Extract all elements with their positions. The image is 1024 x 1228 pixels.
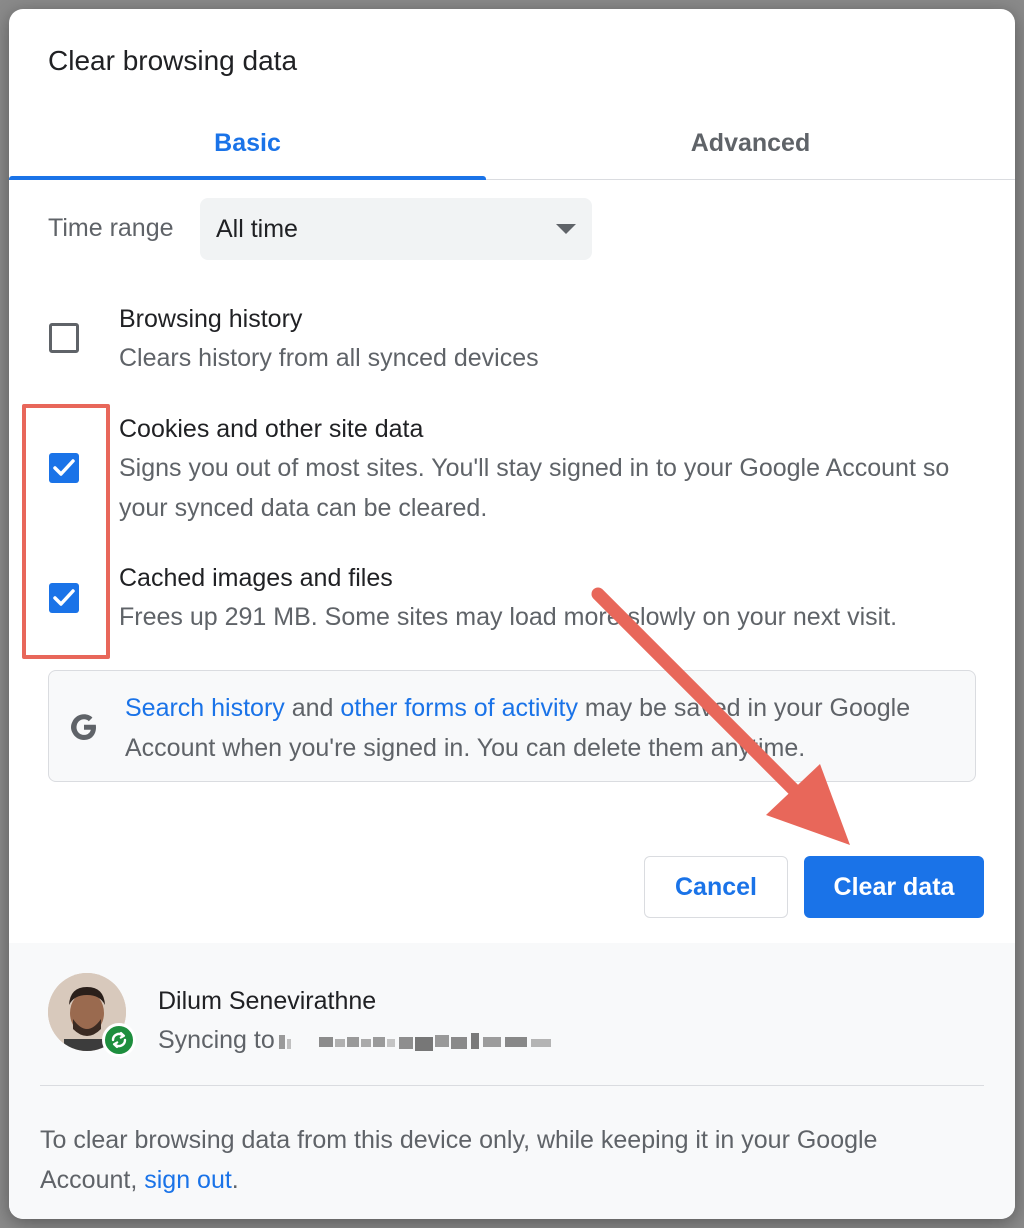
footer-divider	[40, 1085, 984, 1086]
option-description: Clears history from all synced devices	[119, 344, 539, 372]
other-activity-link[interactable]: other forms of activity	[340, 694, 578, 722]
info-text: Search history and other forms of activi…	[125, 694, 911, 762]
option-title: Browsing history	[119, 305, 303, 333]
tab-bar: Basic Advanced	[9, 105, 1015, 181]
account-footer: Dilum Senevirathne Syncing to To clear b…	[9, 943, 1015, 1219]
tab-basic[interactable]: Basic	[9, 105, 486, 181]
caret-down-icon	[556, 224, 576, 234]
checkbox-browsing-history[interactable]	[49, 323, 79, 353]
active-tab-indicator	[9, 176, 486, 180]
option-title: Cookies and other site data	[119, 415, 424, 443]
google-g-icon	[71, 714, 96, 740]
tab-advanced[interactable]: Advanced	[486, 105, 1015, 181]
time-range-value: All time	[216, 214, 298, 243]
time-range-label: Time range	[48, 214, 174, 242]
annotation-highlight-box	[22, 404, 110, 659]
clear-data-button[interactable]: Clear data	[804, 856, 984, 918]
option-title: Cached images and files	[119, 564, 393, 592]
google-activity-info-box: Search history and other forms of activi…	[48, 670, 976, 782]
sync-icon	[111, 1031, 127, 1049]
redacted-email	[279, 1033, 551, 1051]
dialog-title: Clear browsing data	[48, 45, 298, 76]
search-history-link[interactable]: Search history	[125, 694, 285, 722]
sign-out-link[interactable]: sign out	[144, 1166, 232, 1194]
option-description: Signs you out of most sites. You'll stay…	[119, 454, 950, 522]
user-name: Dilum Senevirathne	[158, 987, 377, 1015]
sync-badge	[102, 1023, 136, 1057]
footer-text: To clear browsing data from this device …	[40, 1126, 878, 1194]
sync-status: Syncing to	[158, 1026, 275, 1054]
clear-browsing-data-dialog: Clear browsing data Basic Advanced Time …	[9, 9, 1015, 1219]
option-description: Frees up 291 MB. Some sites may load mor…	[119, 603, 898, 631]
cancel-button[interactable]: Cancel	[644, 856, 788, 918]
time-range-select[interactable]: All time	[200, 198, 592, 260]
